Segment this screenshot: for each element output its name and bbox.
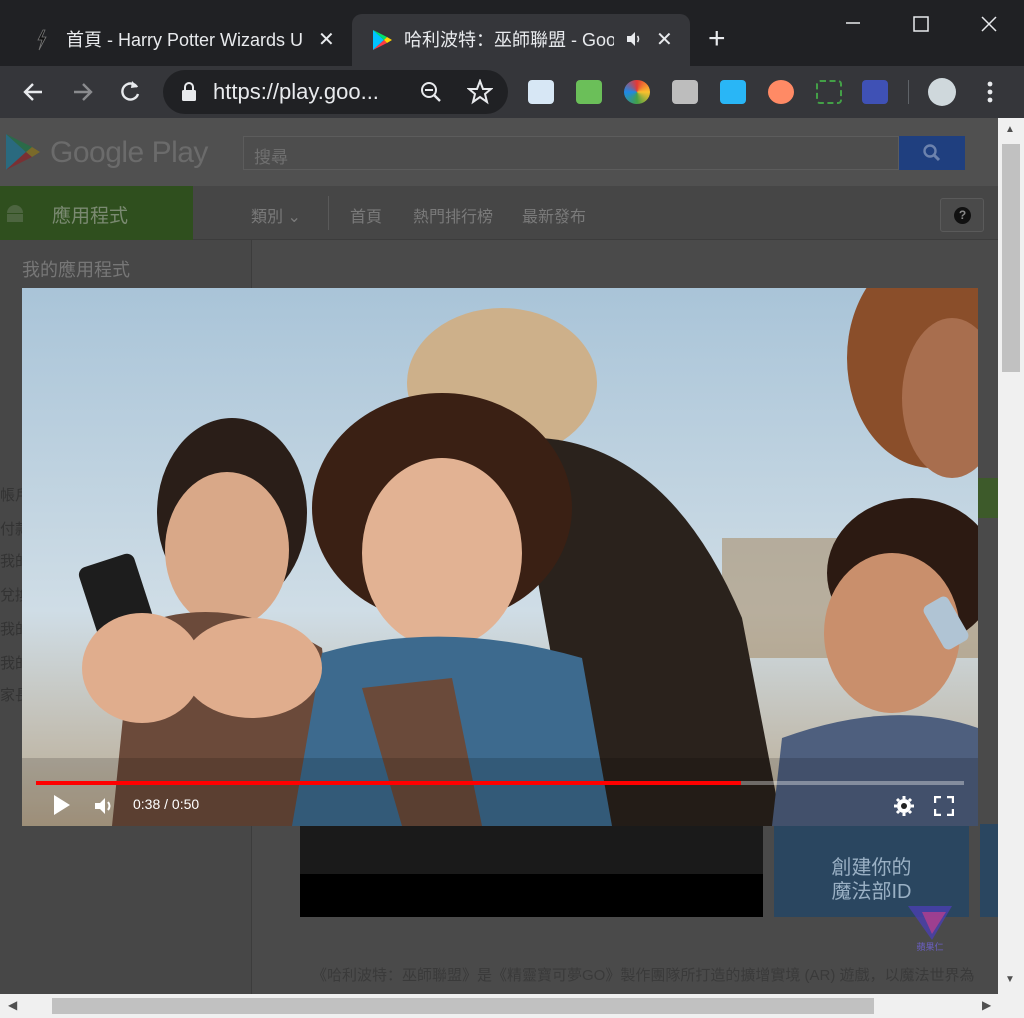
scroll-right-arrow-icon[interactable]: ▶ — [982, 998, 991, 1012]
tab-title: 首頁 - Harry Potter Wizards U — [66, 30, 302, 50]
nav-categories-label: 類別 — [251, 209, 284, 226]
toolbar-separator — [908, 80, 909, 104]
watermark-text: 蘋果仁 — [916, 941, 943, 952]
progress-played — [36, 781, 742, 785]
tab-close-icon[interactable]: ✕ — [656, 27, 673, 53]
maximize-window-icon[interactable] — [906, 10, 936, 40]
google-play-logo-icon[interactable] — [2, 132, 42, 172]
more-menu-icon[interactable] — [984, 78, 996, 106]
nav-top-charts[interactable]: 熱門排行榜 — [413, 203, 493, 227]
apps-tab[interactable]: 應用程式 — [0, 186, 193, 240]
screenshot-next[interactable] — [980, 824, 998, 917]
promo-line-2: 魔法部ID — [831, 881, 912, 903]
nav-categories[interactable]: 類別 ⌄ — [251, 203, 301, 227]
audio-playing-icon[interactable] — [624, 29, 644, 49]
scroll-down-arrow-icon[interactable]: ▼ — [1005, 974, 1015, 985]
zoom-out-icon[interactable] — [419, 80, 443, 104]
help-button[interactable]: ? — [940, 198, 984, 232]
back-arrow-icon[interactable] — [20, 78, 48, 106]
settings-gear-icon[interactable] — [893, 795, 915, 817]
promo-line-1: 創建你的 — [831, 857, 912, 879]
tab-google-play[interactable]: 哈利波特：巫師聯盟 - Goo ✕ — [352, 14, 690, 66]
cartoon-face-extension-icon[interactable] — [768, 80, 794, 104]
volume-icon[interactable] — [94, 796, 116, 816]
vertical-scrollbar[interactable]: ▲ ▼ — [998, 118, 1024, 994]
scroll-left-arrow-icon[interactable]: ◀ — [8, 998, 17, 1012]
video-player[interactable]: 0:38 / 0:50 — [22, 288, 978, 826]
mail-check-extension-icon[interactable] — [576, 80, 602, 104]
scroll-up-arrow-icon[interactable]: ▲ — [1005, 124, 1015, 135]
apps-tab-label: 應用程式 — [52, 206, 129, 227]
browser-window: 首頁 - Harry Potter Wizards U ✕ 哈利波特：巫師聯盟 … — [0, 0, 1024, 1018]
search-button[interactable] — [899, 136, 965, 170]
category-nav: 應用程式 類別 ⌄ 首頁 熱門排行榜 最新發布 ? — [0, 186, 998, 240]
new-tab-button[interactable]: + — [708, 24, 726, 54]
video-frame[interactable] — [22, 288, 978, 826]
vertical-scroll-thumb[interactable] — [1002, 144, 1020, 372]
colorful-extension-icon[interactable] — [624, 80, 650, 104]
tab-close-icon[interactable]: ✕ — [318, 27, 335, 53]
tab-strip: 首頁 - Harry Potter Wizards U ✕ 哈利波特：巫師聯盟 … — [0, 0, 1024, 66]
google-play-favicon-icon — [373, 30, 392, 50]
share-arrow-extension-icon[interactable] — [720, 80, 746, 104]
search-input[interactable]: 搜尋 — [243, 136, 899, 170]
bookmark-star-icon[interactable] — [467, 79, 493, 105]
search-placeholder: 搜尋 — [254, 148, 288, 167]
horizontal-scroll-thumb[interactable] — [52, 998, 874, 1014]
fullscreen-icon[interactable] — [934, 796, 954, 816]
app-description: 《哈利波特：巫師聯盟》是《精靈寶可夢GO》製作團隊所打造的擴增實境 (AR) 遊… — [312, 967, 975, 984]
horizontal-scrollbar[interactable]: ◀ ▶ — [0, 994, 1024, 1018]
browser-toolbar: https://play.goo... — [0, 66, 1024, 118]
play-header: Google Play 搜尋 — [0, 118, 998, 186]
help-icon: ? — [954, 207, 971, 224]
key-search-extension-icon[interactable] — [862, 80, 888, 104]
lock-icon[interactable] — [181, 82, 197, 102]
reload-icon[interactable] — [116, 78, 144, 106]
nav-home[interactable]: 首頁 — [350, 203, 382, 227]
android-icon — [7, 205, 23, 222]
play-icon[interactable] — [52, 794, 72, 816]
url-text[interactable]: https://play.goo... — [213, 79, 413, 105]
sidebar-my-apps[interactable]: 我的應用程式 — [22, 256, 130, 282]
install-button-fragment[interactable] — [978, 478, 998, 518]
time-display: 0:38 / 0:50 — [133, 796, 200, 812]
forward-arrow-icon[interactable] — [68, 78, 96, 106]
watermark-logo-icon: 蘋果仁 — [908, 906, 952, 952]
google-play-logo-text[interactable]: Google Play — [50, 136, 208, 170]
tab-title: 哈利波特：巫師聯盟 - Goo — [404, 30, 614, 50]
tab-harry-potter-home[interactable]: 首頁 - Harry Potter Wizards U ✕ — [0, 14, 350, 66]
chevron-down-icon: ⌄ — [287, 209, 301, 226]
screenshot-frame-extension-icon[interactable] — [816, 80, 842, 104]
search-icon — [923, 144, 941, 162]
bag-extension-icon[interactable] — [672, 80, 698, 104]
close-window-icon[interactable] — [974, 10, 1004, 40]
progress-bar[interactable] — [36, 781, 964, 785]
lightning-bolt-favicon-icon — [37, 29, 47, 51]
screenshot-video-thumb[interactable] — [300, 824, 763, 917]
minimize-window-icon[interactable] — [838, 10, 868, 40]
note-extension-icon[interactable] — [528, 80, 554, 104]
address-bar[interactable]: https://play.goo... — [163, 70, 508, 114]
nav-separator — [328, 196, 329, 230]
weather-profile-icon[interactable] — [928, 78, 956, 106]
nav-new-releases[interactable]: 最新發布 — [522, 203, 586, 227]
